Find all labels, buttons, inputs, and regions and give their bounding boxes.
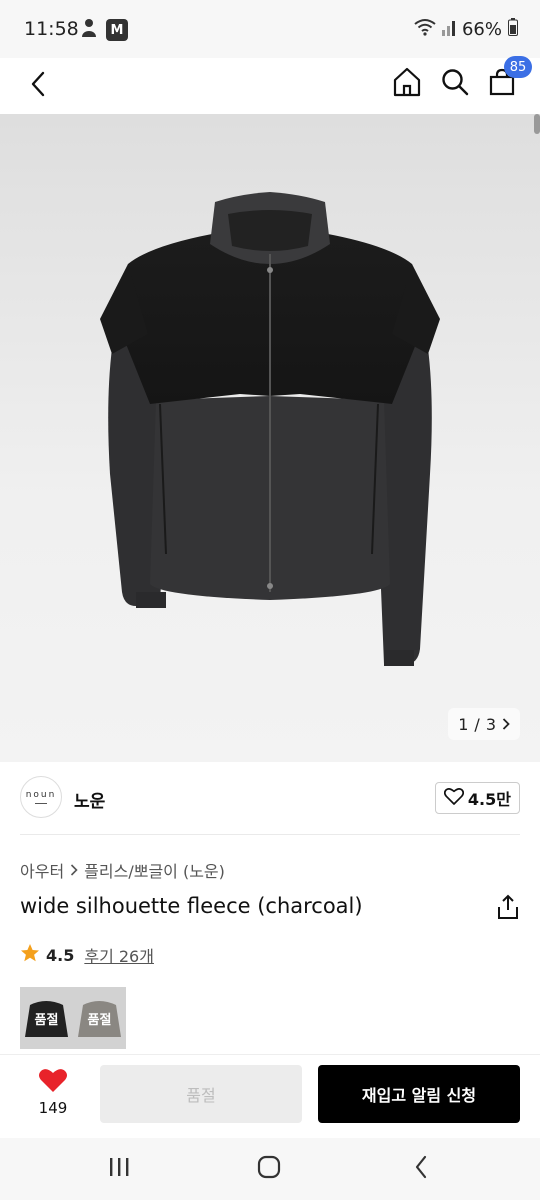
recent-apps-button[interactable] — [96, 1152, 142, 1186]
pager-total: 3 — [485, 714, 496, 734]
swatch-soldout-label: 품절 — [34, 1012, 59, 1028]
top-app-bar: 85 — [0, 56, 540, 114]
status-left-icons: M — [80, 18, 128, 42]
chevron-left-icon — [30, 71, 46, 101]
pager-current: 1 — [458, 714, 469, 734]
brand-logo-line — [35, 803, 47, 804]
product-title: wide silhouette fleece (charcoal) — [20, 894, 363, 918]
heart-filled-icon — [38, 1069, 68, 1097]
cart-count-badge: 85 — [504, 56, 532, 78]
brand-row: noun 노운 4.5만 — [20, 776, 520, 820]
home-button[interactable] — [388, 64, 426, 104]
section-divider — [20, 834, 520, 835]
brand-like-button[interactable]: 4.5만 — [434, 782, 520, 814]
wishlist-count: 149 — [38, 1099, 68, 1117]
status-right-icons: 66% — [414, 18, 518, 41]
star-icon — [20, 943, 40, 967]
wifi-icon — [414, 18, 436, 41]
chevron-right-icon — [502, 715, 510, 734]
search-button[interactable] — [436, 64, 474, 104]
wishlist-button[interactable]: 149 — [30, 1067, 76, 1117]
status-time: 11:58 — [24, 18, 79, 40]
notification-person-icon — [80, 18, 98, 42]
soldout-button[interactable]: 품절 — [100, 1065, 302, 1123]
swatch-soldout-label: 품절 — [87, 1012, 112, 1028]
status-bar: 11:58 M 66% — [0, 0, 540, 58]
product-image-gallery[interactable]: 1 / 3 — [0, 114, 540, 762]
breadcrumb-subcategory[interactable]: 플리스/뽀글이 (노운) — [84, 858, 225, 882]
home-circle-icon — [257, 1155, 281, 1183]
cart-button[interactable]: 85 — [484, 56, 532, 104]
rating-score: 4.5 — [46, 945, 75, 965]
brand-like-count: 4.5만 — [467, 790, 511, 809]
brand-logo-text: noun — [25, 790, 57, 800]
back-nav-button[interactable] — [398, 1152, 444, 1186]
bottom-action-bar: 149 품절 재입고 알림 신청 — [0, 1054, 540, 1138]
heart-outline-icon — [443, 787, 465, 809]
brand-logo[interactable]: noun — [20, 776, 62, 818]
pager-separator: / — [474, 714, 480, 734]
home-nav-button[interactable] — [246, 1152, 292, 1186]
chevron-right-icon — [70, 861, 78, 880]
share-button[interactable] — [496, 894, 520, 920]
brand-name-link[interactable]: 노운 — [74, 787, 105, 812]
color-swatches: 품절 품절 — [20, 987, 126, 1049]
rating-row: 4.5 후기 26개 — [20, 943, 154, 967]
swatch-charcoal[interactable]: 품절 — [20, 987, 73, 1049]
breadcrumb-category[interactable]: 아우터 — [20, 858, 64, 882]
reviews-link[interactable]: 후기 26개 — [84, 943, 154, 967]
m-app-icon: M — [106, 19, 128, 41]
recent-apps-icon — [108, 1157, 130, 1181]
breadcrumb: 아우터 플리스/뽀글이 (노운) — [20, 858, 225, 882]
product-fleece-jacket-image — [100, 192, 440, 666]
restock-alert-button[interactable]: 재입고 알림 신청 — [318, 1065, 520, 1123]
signal-icon — [441, 18, 456, 41]
swatch-gray[interactable]: 품절 — [73, 987, 126, 1049]
share-icon — [496, 894, 520, 924]
back-arrow-icon — [414, 1155, 428, 1183]
gallery-pager-button[interactable]: 1 / 3 — [448, 708, 520, 740]
battery-icon — [508, 18, 518, 41]
back-button[interactable] — [22, 66, 54, 106]
search-icon — [441, 68, 469, 100]
battery-percent: 66% — [461, 19, 502, 40]
home-icon — [392, 67, 422, 101]
system-nav-bar — [0, 1138, 540, 1200]
